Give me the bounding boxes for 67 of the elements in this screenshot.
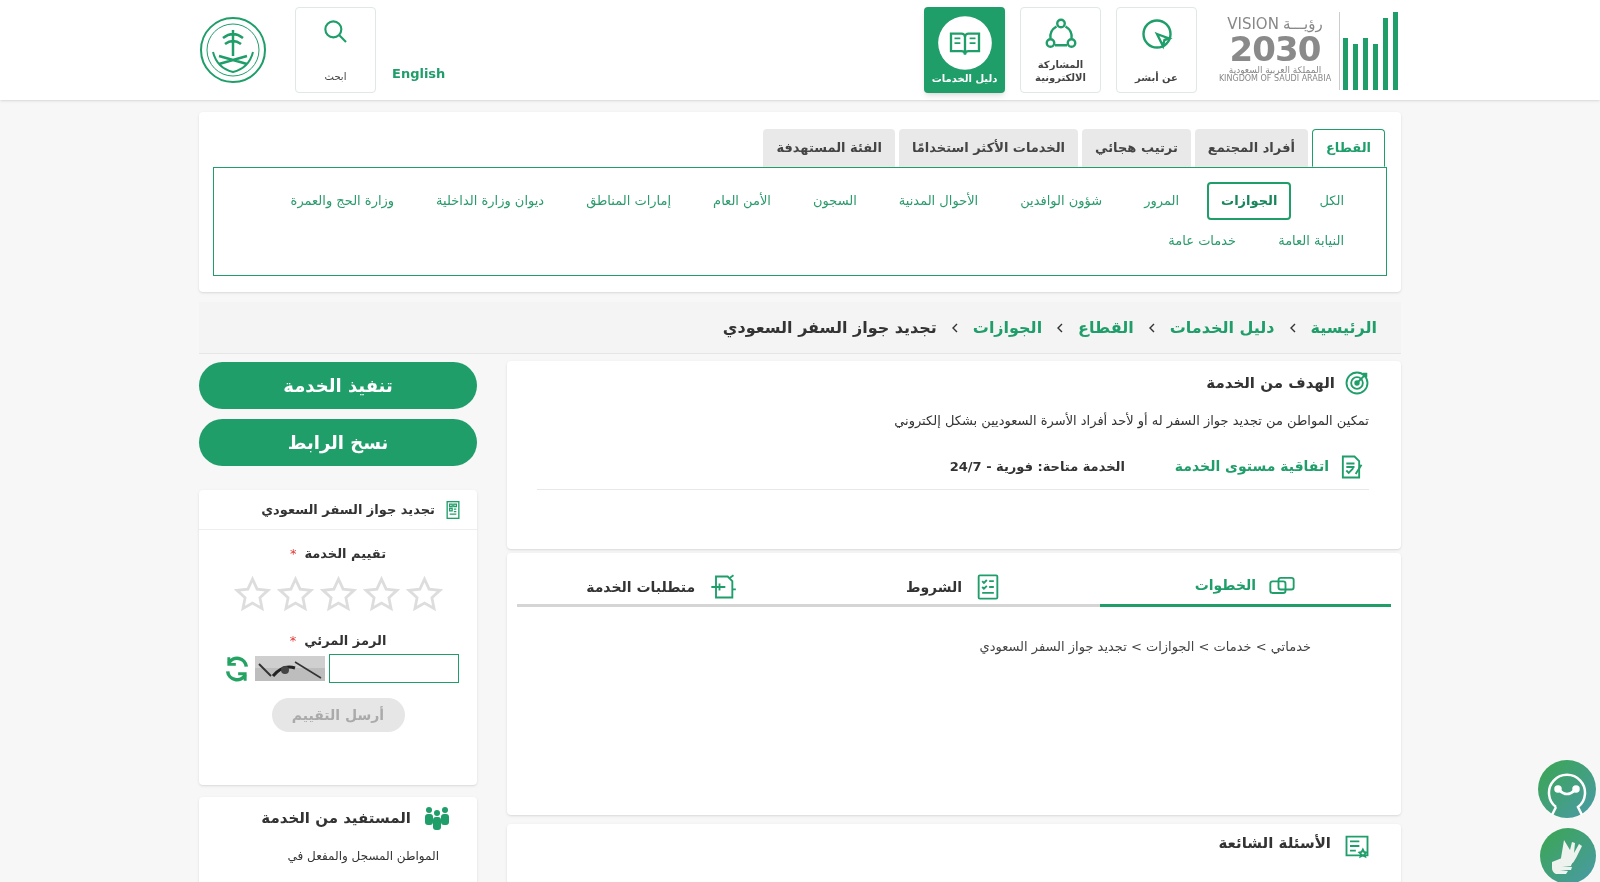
rating-star[interactable] <box>362 575 400 613</box>
field-label: الرمز المرئي <box>304 631 387 650</box>
language-link[interactable]: English <box>392 64 446 84</box>
category-tab[interactable]: الفئة المستهدفة <box>763 129 895 167</box>
category-tab[interactable]: ترتيب هجائي <box>1082 129 1191 167</box>
emblem-icon <box>199 16 267 84</box>
sector-link[interactable]: السجون <box>799 182 871 220</box>
goal-text: تمكين المواطن من تجديد جواز السفر له أو لأحد أفراد الأسرة السعوديين بشكل إلكتروني <box>893 411 1369 431</box>
rating-star[interactable] <box>233 575 271 613</box>
beneficiary-text: المواطن المسجل والمفعل في <box>286 848 439 865</box>
chevron-icon <box>1056 322 1065 333</box>
section-title: الأسئلة الشائعة <box>1218 833 1331 854</box>
sector-link[interactable]: النيابة العامة <box>1264 222 1358 260</box>
rating-star[interactable] <box>276 575 314 613</box>
breadcrumb-link[interactable]: الجوازات <box>972 315 1043 340</box>
sector-link[interactable]: وزارة الحج والعمرة <box>276 182 409 220</box>
breadcrumb-link[interactable]: الرئيسية <box>1310 315 1377 340</box>
detail-tab[interactable]: الخطوات <box>1099 567 1391 607</box>
sector-link[interactable]: الأحوال المدنية <box>884 182 993 220</box>
people-icon <box>423 805 451 831</box>
nav-tile[interactable]: دليل الخدمات <box>924 7 1005 93</box>
sign-language-button[interactable] <box>1540 828 1596 882</box>
sector-link[interactable]: الكل <box>1305 182 1358 220</box>
assistant-button[interactable] <box>1538 760 1596 818</box>
category-tab[interactable]: القطاع <box>1311 129 1385 167</box>
rating-star[interactable] <box>405 575 443 613</box>
detail-tab[interactable]: الشروط <box>808 567 1100 607</box>
nav-tile[interactable]: المشاركة الالكترونية <box>1020 7 1101 93</box>
card-title: المستفيد من الخدمة <box>261 807 411 829</box>
captcha-field[interactable] <box>329 654 459 683</box>
logo-year: 2030 <box>1229 32 1321 66</box>
target-icon <box>1343 369 1371 397</box>
sector-link[interactable]: المرور <box>1130 182 1194 220</box>
logo-text: رؤيـــة <box>1282 17 1323 32</box>
sector-link[interactable]: الأمن العام <box>699 182 785 220</box>
required-mark: * <box>289 631 297 650</box>
rating-star[interactable] <box>319 575 357 613</box>
search-button[interactable]: ابحث <box>295 7 376 93</box>
logo-text: المملكة العربية السعودية <box>1228 66 1322 75</box>
action-button[interactable]: تنفيذ الخدمة <box>199 362 477 409</box>
sector-link[interactable]: خدمات عامة <box>1154 222 1251 260</box>
sla-link[interactable]: اتفاقية مستوى الخدمة <box>1174 452 1365 481</box>
action-button[interactable]: نسخ الرابط <box>199 419 477 466</box>
availability-text: الخدمة متاحة: فورية - 24/7 <box>949 457 1125 476</box>
logo-text: KINGDOM OF SAUDI ARABIA <box>1218 75 1332 83</box>
field-label: تقييم الخدمة <box>304 545 387 563</box>
sector-link[interactable]: إمارات المناطق <box>572 182 686 220</box>
required-mark: * <box>289 545 297 563</box>
breadcrumb-current: تجديد جواز السفر السعودي <box>722 316 937 340</box>
sector-link[interactable]: شؤون الوافدين <box>1006 182 1117 220</box>
book-icon <box>936 15 993 71</box>
chevron-icon <box>1147 322 1156 333</box>
sector-link[interactable]: ديوان وزارة الداخلية <box>422 182 559 220</box>
category-tab[interactable]: الخدمات الأكثر استخدامًا <box>898 129 1079 167</box>
category-tab[interactable]: أفراد المجتمع <box>1194 129 1308 167</box>
breadcrumb-link[interactable]: القطاع <box>1078 315 1134 340</box>
chevron-icon <box>1288 322 1297 333</box>
detail-tab[interactable]: متطلبات الخدمة <box>517 567 809 607</box>
chevron-icon <box>950 322 959 333</box>
sector-link[interactable]: الجوازات <box>1207 182 1292 220</box>
section-title: الهدف من الخدمة <box>1206 372 1335 394</box>
breadcrumb-link[interactable]: دليل الخدمات <box>1169 315 1275 340</box>
logo-text: VISION <box>1227 17 1279 32</box>
card-title: تجديد جواز السفر السعودي <box>261 500 435 519</box>
refresh-icon[interactable] <box>223 654 251 683</box>
steps-text: خدماتي > خدمات > الجوازات > تجديد جواز السفر السعودي <box>978 638 1311 657</box>
nav-tile[interactable]: عن أبشر <box>1116 7 1197 93</box>
